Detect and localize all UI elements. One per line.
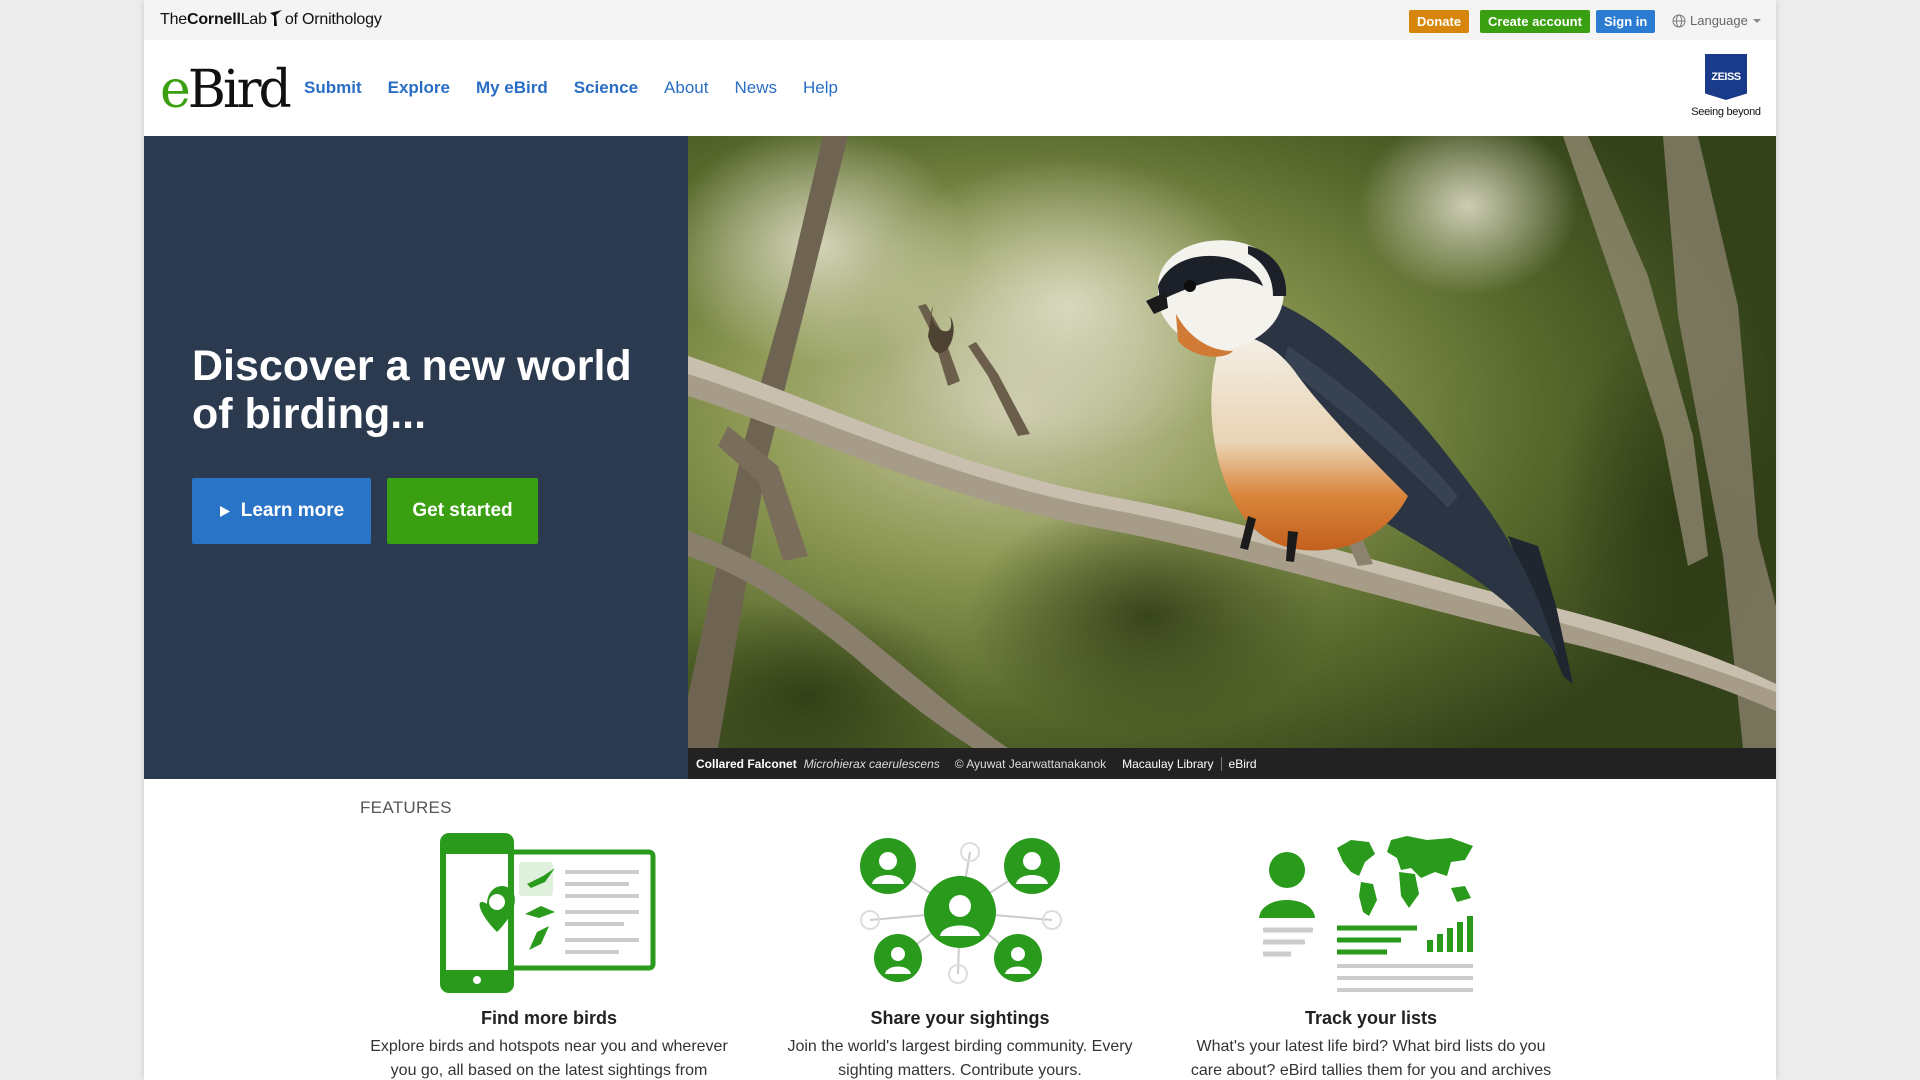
nav-science[interactable]: Science [574,78,638,98]
ebird-logo-e: e [160,60,191,120]
zeiss-tagline: Seeing beyond [1691,106,1761,118]
find-birds-icon [440,833,656,993]
feature-title: Find more birds [480,1008,617,1028]
track-lists-icon [1259,836,1473,992]
nav-about[interactable]: About [664,78,708,98]
caption-scientific-name: Microhierax caerulescens [803,756,940,771]
nav-help[interactable]: Help [803,78,838,98]
page: The Cornell Lab of Ornithology Donate Crea… [144,0,1776,1080]
feature-desc: What's your latest life bird? What bird … [1190,1038,1552,1079]
main-nav: eBird Submit Explore My eBird Science Ab… [144,40,1776,136]
logo-cornell: Cornell [186,11,241,28]
logo-lab: Lab [240,11,267,28]
nav-explore[interactable]: Explore [388,78,450,98]
globe-icon [1672,14,1686,27]
features-heading: FEATURES [360,798,452,817]
cornell-lab-logo[interactable]: The Cornell Lab of Ornithology [160,9,382,31]
feature-find-more-birds[interactable]: Find more birds Explore birds and hotspo… [354,832,744,1080]
get-started-button[interactable]: Get started [387,478,538,544]
feature-title: Track your lists [1304,1008,1438,1028]
nav-links: Submit Explore My eBird Science About Ne… [304,78,838,98]
feature-desc: Join the world's largest birding communi… [787,1038,1133,1079]
community-icon [860,838,1062,984]
hero: Discover a new world of birding... Learn… [144,136,1776,779]
feature-share-sightings[interactable]: Share your sightings Join the world's la… [765,832,1155,1080]
caption-macaulay-library[interactable]: Macaulay Library [1122,757,1213,771]
hero-panel: Discover a new world of birding... Learn… [144,136,688,779]
nav-news[interactable]: News [734,78,777,98]
zeiss-sponsor-logo[interactable]: ZEISS Seeing beyond [1684,54,1768,118]
utility-bar: The Cornell Lab of Ornithology Donate Crea… [144,0,1776,40]
create-account-button[interactable]: Create account [1480,10,1590,33]
feature-desc: Explore birds and hotspots near you and … [370,1038,728,1079]
caption-credit: © Ayuwat Jearwattanakanok [954,756,1107,771]
play-icon [219,505,230,517]
donate-button[interactable]: Donate [1409,10,1470,33]
hero-title: Discover a new world of birding... [192,342,632,438]
caption-common-name[interactable]: Collared Falconet [696,757,797,771]
caption-ebird[interactable]: eBird [1229,757,1257,771]
feature-title: Share your sightings [870,1008,1050,1028]
chevron-down-icon [1752,18,1761,23]
language-selector[interactable]: Language [1672,13,1762,28]
feature-track-lists[interactable]: Track your lists What's your latest life… [1176,832,1566,1080]
caption-separator [1220,756,1222,771]
hero-photo-collared-falconet [688,136,1776,748]
logo-of-ornithology: of Ornithology [284,11,382,28]
learn-more-label: Learn more [240,500,345,521]
photo-caption: Collared Falconet Microhierax caerulesce… [688,748,1776,779]
language-label: Language [1690,13,1748,28]
nav-submit[interactable]: Submit [304,78,362,98]
sign-in-button[interactable]: Sign in [1596,10,1656,33]
nav-my-ebird[interactable]: My eBird [476,78,548,98]
logo-the: The [160,11,187,28]
ebird-logo-bird: Bird [187,60,292,120]
zeiss-badge: ZEISS [1705,54,1747,100]
learn-more-button[interactable]: Learn more [192,478,371,544]
ebird-logo[interactable]: eBird [160,60,292,120]
bird-logo-icon [268,9,284,32]
